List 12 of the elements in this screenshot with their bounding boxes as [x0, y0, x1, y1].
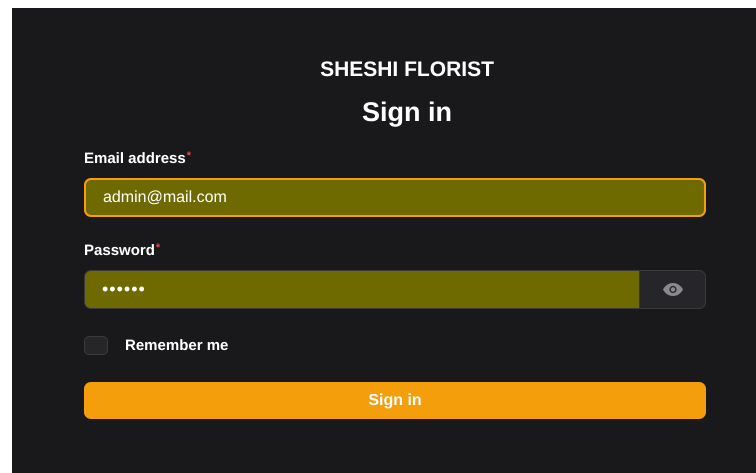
- page-heading: Sign in: [362, 96, 452, 129]
- brand-name: SHESHI FLORIST: [320, 58, 494, 82]
- eye-icon: [662, 283, 682, 296]
- email-field[interactable]: admin@mail.com: [84, 178, 706, 217]
- field-label: Email address: [84, 150, 186, 167]
- required-mark: *: [156, 242, 160, 254]
- checkbox-label: Remember me: [125, 337, 228, 354]
- field-label: Password: [84, 242, 155, 259]
- show-password-button[interactable]: [639, 270, 706, 309]
- password-field[interactable]: ••••••: [84, 270, 639, 309]
- required-mark: *: [186, 150, 191, 162]
- remember-checkbox[interactable]: [84, 336, 108, 355]
